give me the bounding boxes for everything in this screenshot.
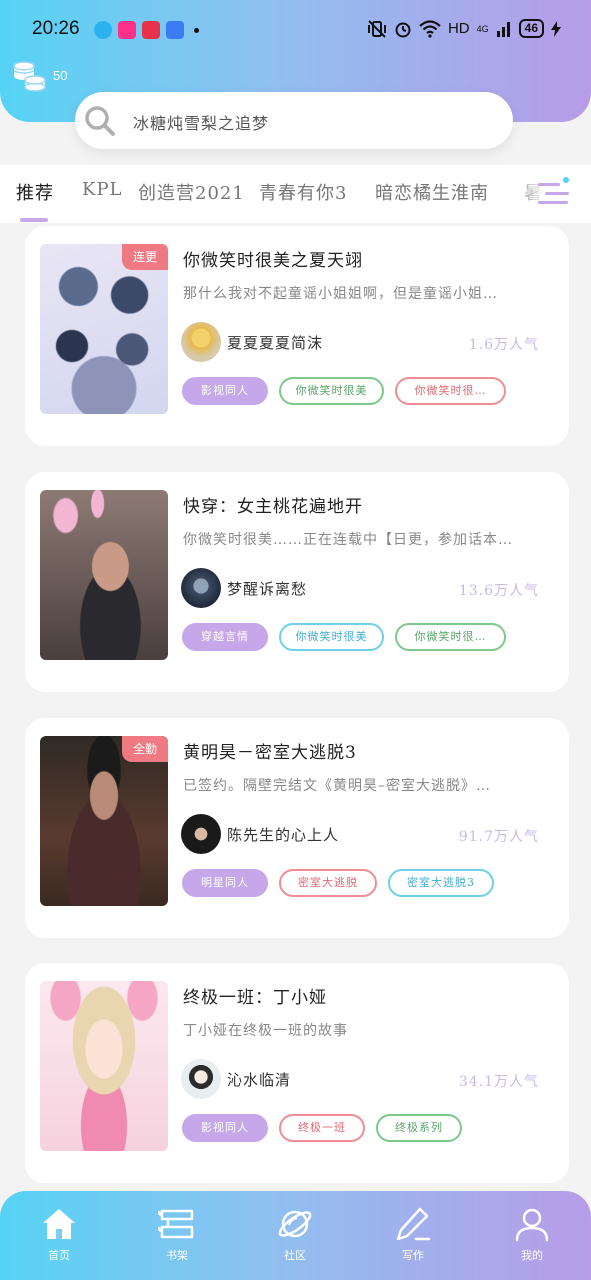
- wifi-icon: [419, 19, 441, 38]
- coin-count: 50: [53, 68, 68, 83]
- story-card[interactable]: 终极一班：丁小娅 丁小娅在终极一班的故事 沁水临清 34.1万人气 影视同人 终…: [25, 963, 569, 1183]
- avatar[interactable]: [181, 1059, 221, 1099]
- search-input[interactable]: 冰糖炖雪梨之追梦: [133, 110, 269, 134]
- search-bar[interactable]: 冰糖炖雪梨之追梦: [75, 92, 513, 149]
- bottom-nav: 首页 书架 社区 写作 我的: [0, 1191, 591, 1280]
- notification-dot: [194, 27, 199, 33]
- status-right: HD 4G 46: [367, 19, 561, 38]
- status-badge: 连更: [122, 244, 168, 270]
- author-name[interactable]: 沁水临清: [227, 1069, 291, 1090]
- signal-label: 4G: [476, 23, 489, 34]
- tag[interactable]: 终极一班: [279, 1114, 365, 1142]
- story-title[interactable]: 快穿：女主桃花遍地开: [183, 492, 363, 517]
- qq-icon: [94, 21, 112, 39]
- nav-community-label: 社区: [284, 1249, 306, 1262]
- story-title[interactable]: 你微笑时很美之夏天翊: [183, 246, 363, 271]
- status-time: 20:26: [32, 18, 80, 39]
- avatar[interactable]: [181, 814, 221, 854]
- network-type: HD: [447, 20, 470, 37]
- planet-icon: [278, 1210, 312, 1238]
- book-cover[interactable]: 全勤: [40, 736, 168, 906]
- bookshelf-icon: [158, 1209, 194, 1239]
- tag[interactable]: 密室大逃脱3: [388, 869, 494, 897]
- nav-write-label: 写作: [402, 1249, 424, 1262]
- category-menu-icon[interactable]: [537, 177, 571, 209]
- nav-profile[interactable]: 我的: [497, 1205, 567, 1263]
- tag[interactable]: 影视同人: [182, 1114, 268, 1142]
- category-tabs: 推荐 KPL 创造营2021 青春有你3 暗恋橘生淮南 暑: [0, 165, 591, 223]
- story-description: 那什么我对不起童谣小姐姐啊，但是童谣小姐…: [183, 286, 498, 302]
- battery-indicator: 46: [518, 19, 544, 38]
- avatar[interactable]: [181, 568, 221, 608]
- tag-list: 影视同人 你微笑时很美 你微笑时很…: [182, 377, 506, 405]
- vibrate-icon: [367, 19, 386, 38]
- tab-qingchun[interactable]: 青春有你3: [259, 179, 347, 205]
- coins-icon[interactable]: [12, 58, 48, 94]
- story-description: 丁小娅在终极一班的故事: [183, 1023, 348, 1039]
- tag[interactable]: 你微笑时很美: [279, 377, 384, 405]
- nav-community[interactable]: 社区: [260, 1205, 330, 1263]
- tag-list: 明星同人 密室大逃脱 密室大逃脱3: [182, 869, 494, 897]
- popularity-count: 34.1万人气: [458, 1074, 539, 1090]
- story-description: 你微笑时很美……正在连载中【日更，参加话本…: [183, 532, 513, 548]
- popularity-count: 1.6万人气: [468, 337, 539, 353]
- story-card[interactable]: 连更 你微笑时很美之夏天翊 那什么我对不起童谣小姐姐啊，但是童谣小姐… 夏夏夏夏…: [25, 226, 569, 446]
- tag[interactable]: 你微笑时很美: [279, 623, 384, 651]
- author-name[interactable]: 夏夏夏夏简沫: [227, 332, 323, 353]
- story-description: 已签约。隔壁完结文《黄明昊–密室大逃脱》…: [183, 778, 491, 794]
- tab-chuangzaoying[interactable]: 创造营2021: [138, 179, 245, 205]
- nav-home-label: 首页: [48, 1249, 70, 1262]
- nav-profile-label: 我的: [521, 1249, 543, 1262]
- avatar[interactable]: [181, 322, 221, 362]
- tag-list: 影视同人 终极一班 终极系列: [182, 1114, 462, 1142]
- app-icon: [142, 21, 160, 39]
- tag[interactable]: 密室大逃脱: [279, 869, 377, 897]
- story-card[interactable]: 全勤 黄明昊－密室大逃脱3 已签约。隔壁完结文《黄明昊–密室大逃脱》… 陈先生的…: [25, 718, 569, 938]
- book-cover[interactable]: [40, 490, 168, 660]
- status-bar: 20:26 HD 4G 46: [0, 0, 591, 60]
- tag[interactable]: 你微笑时很…: [395, 623, 506, 651]
- tag[interactable]: 明星同人: [182, 869, 268, 897]
- popularity-count: 91.7万人气: [458, 829, 539, 845]
- story-title[interactable]: 黄明昊－密室大逃脱3: [183, 738, 357, 763]
- home-icon: [43, 1209, 75, 1239]
- book-cover[interactable]: [40, 981, 168, 1151]
- tab-indicator: [20, 218, 48, 222]
- nav-bookshelf[interactable]: 书架: [142, 1205, 212, 1263]
- signal-icon: [496, 21, 510, 37]
- status-app-icons: [94, 21, 199, 39]
- tag[interactable]: 终极系列: [376, 1114, 462, 1142]
- book-cover[interactable]: 连更: [40, 244, 168, 414]
- author-name[interactable]: 梦醒诉离愁: [227, 578, 307, 599]
- alarm-icon: [395, 22, 411, 37]
- nav-bookshelf-label: 书架: [166, 1249, 188, 1262]
- user-icon: [515, 1208, 549, 1242]
- nav-write[interactable]: 写作: [378, 1205, 448, 1263]
- status-badge: 全勤: [122, 736, 168, 762]
- tab-anlian[interactable]: 暗恋橘生淮南: [375, 179, 489, 205]
- popularity-count: 13.6万人气: [458, 583, 539, 599]
- search-icon: [85, 106, 115, 136]
- app-icon: [166, 21, 184, 39]
- tab-recommend[interactable]: 推荐: [16, 179, 54, 205]
- story-card[interactable]: 快穿：女主桃花遍地开 你微笑时很美……正在连载中【日更，参加话本… 梦醒诉离愁 …: [25, 472, 569, 692]
- app-icon: [118, 21, 136, 39]
- tag[interactable]: 影视同人: [182, 377, 268, 405]
- tag[interactable]: 你微笑时很…: [395, 377, 506, 405]
- charging-icon: [551, 20, 561, 37]
- story-title[interactable]: 终极一班：丁小娅: [183, 983, 327, 1008]
- tab-kpl[interactable]: KPL: [82, 179, 123, 200]
- pen-icon: [396, 1207, 431, 1241]
- tag[interactable]: 穿越言情: [182, 623, 268, 651]
- nav-home[interactable]: 首页: [24, 1205, 94, 1263]
- tag-list: 穿越言情 你微笑时很美 你微笑时很…: [182, 623, 506, 651]
- author-name[interactable]: 陈先生的心上人: [227, 824, 339, 845]
